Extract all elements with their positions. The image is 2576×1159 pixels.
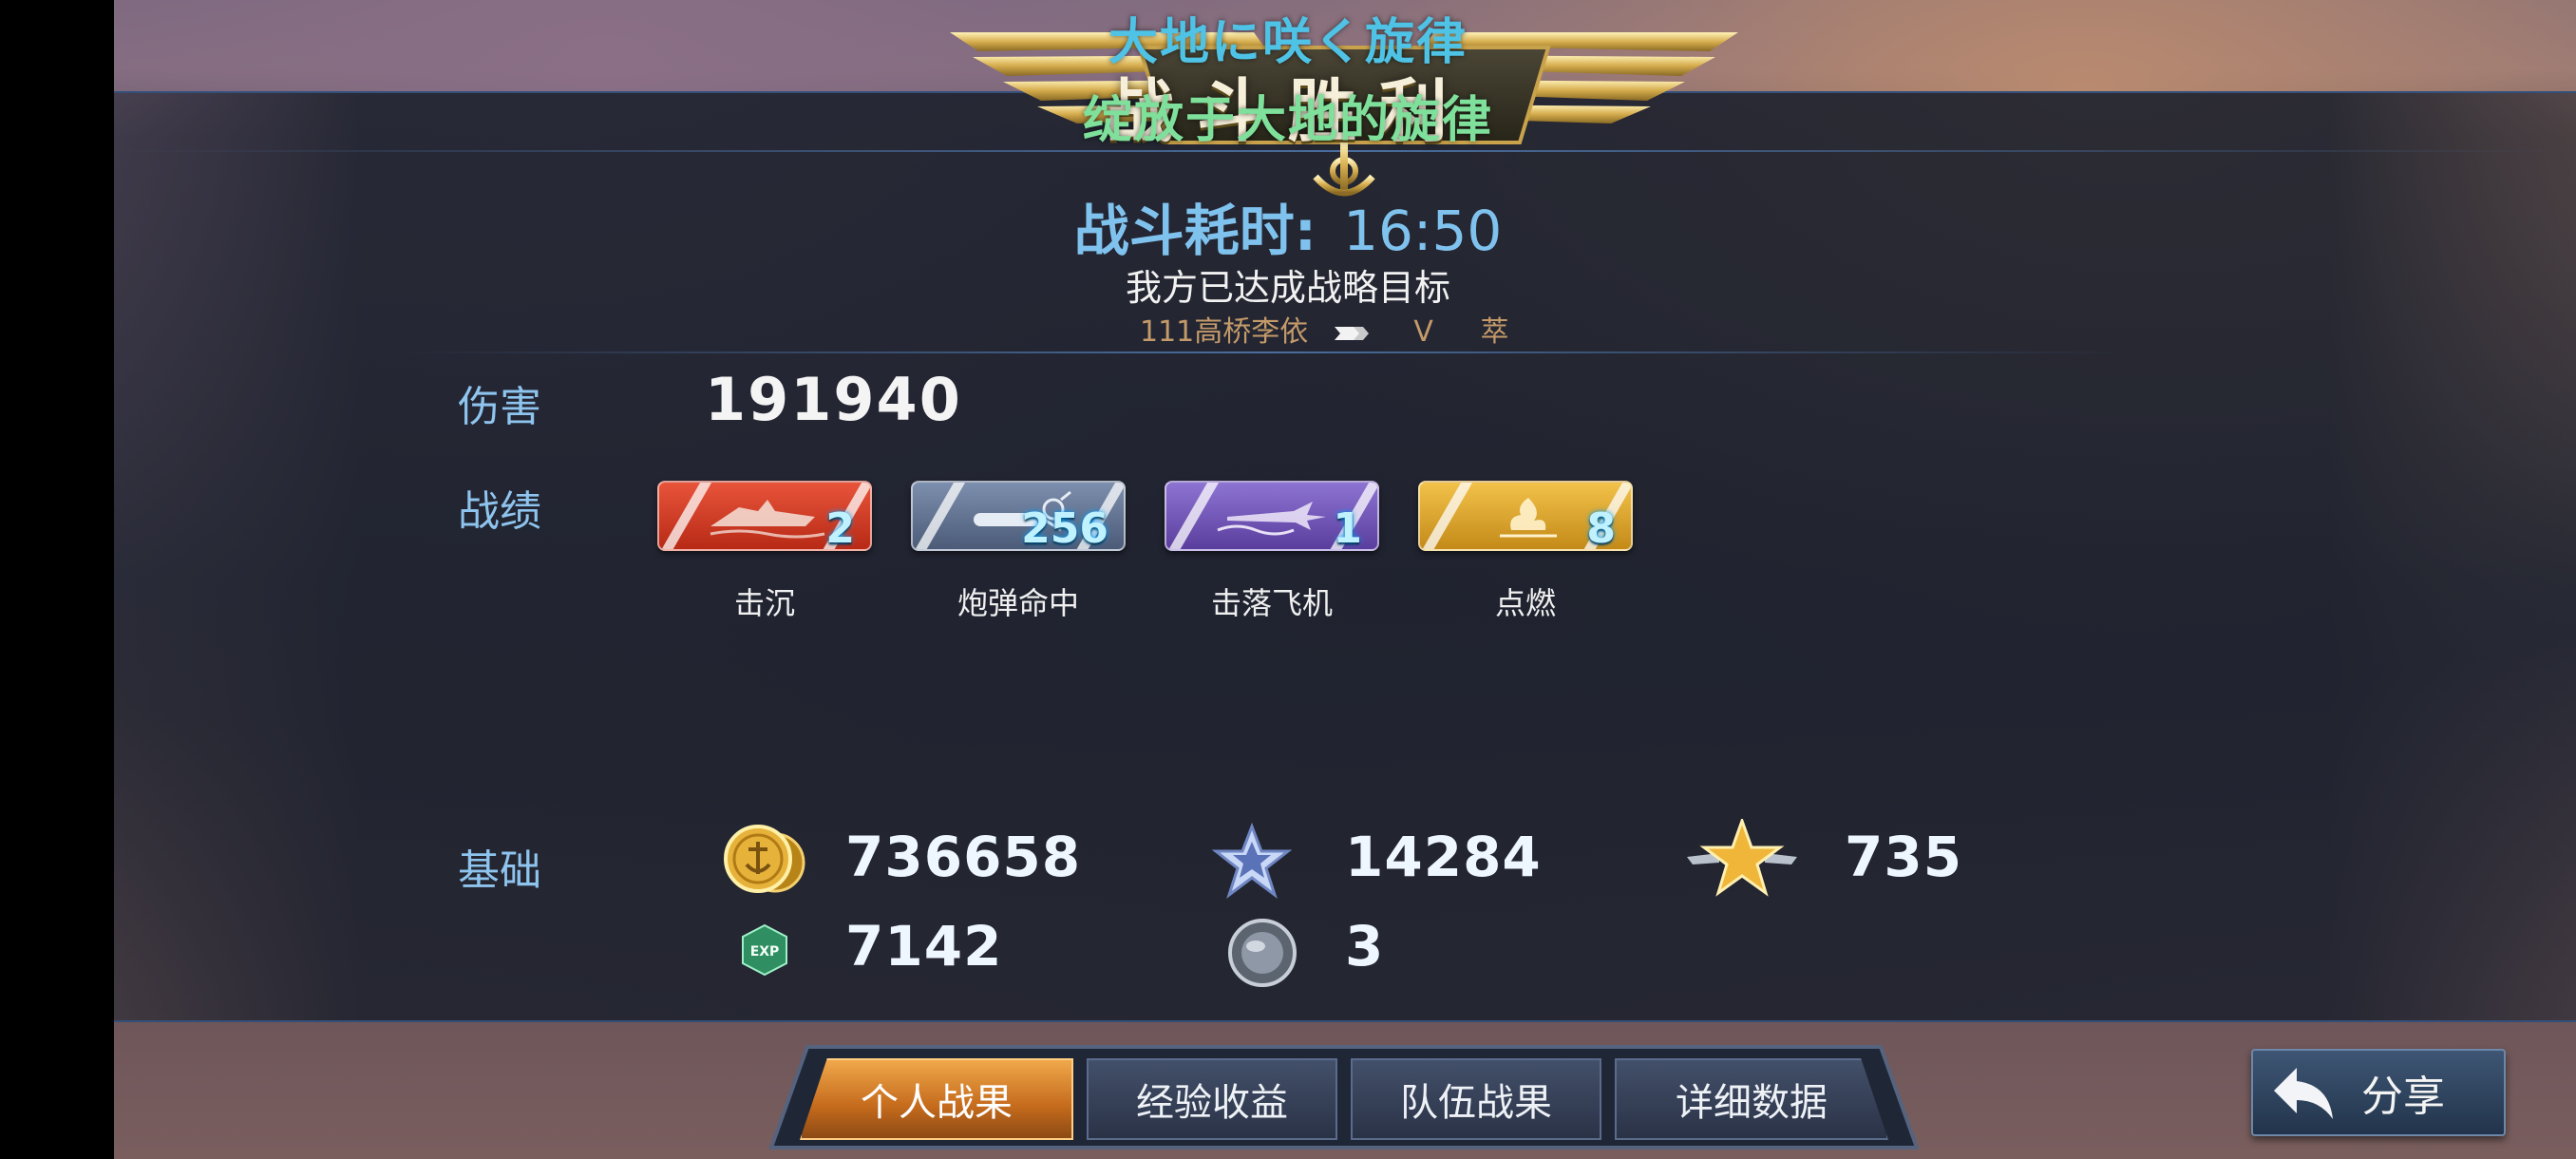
battle-status-text: 我方已达成战略目标 — [1125, 267, 1450, 309]
fire-icon — [1500, 498, 1557, 538]
battle-time-value: 16:50 — [1343, 199, 1503, 263]
badge-count: 8 — [1586, 504, 1616, 551]
tab-label: 队伍战果 — [1400, 1081, 1552, 1125]
badge-label-ignite: 点燃 — [1494, 585, 1556, 621]
badge-count: 256 — [1021, 504, 1108, 551]
gold-star-rank-icon — [1687, 819, 1797, 897]
exp-icon: EXP — [742, 923, 787, 977]
badge-sunk[interactable]: 2 — [657, 481, 872, 551]
share-arrow-icon — [2274, 1068, 2333, 1119]
globe-icon — [1228, 919, 1297, 987]
achievements-label: 战绩 — [458, 487, 541, 536]
badge-label-planes-downed: 击落飞机 — [1210, 585, 1333, 621]
team-players: 111高桥李依 V 萃 — [1140, 308, 1525, 350]
lyric-subtitle-chinese: 绽放于大地的旋律 — [1082, 92, 1493, 149]
exp-value: 7142 — [845, 914, 1003, 978]
share-label: 分享 — [2361, 1073, 2445, 1121]
battle-result-screen: 战斗胜利 大地に咲く旋律 绽放于大地的旋律 战斗耗时: 16:50 我方已达成战… — [0, 0, 2576, 1159]
tab-label: 个人战果 — [861, 1081, 1013, 1125]
tab-label: 详细数据 — [1676, 1081, 1828, 1125]
damage-label: 伤害 — [458, 383, 541, 431]
lyric-subtitle-japanese: 大地に咲く旋律 — [1108, 14, 1468, 71]
badge-label-shell-hits: 炮弹命中 — [957, 585, 1079, 621]
exp-icon-text: EXP — [750, 944, 780, 960]
blue-star-value: 14284 — [1345, 825, 1542, 889]
player-name: 萃 — [1480, 315, 1509, 349]
panel-divider-header — [399, 352, 2128, 353]
share-button[interactable]: 分享 — [2251, 1049, 2506, 1136]
gold-coin-icon — [724, 825, 805, 893]
badge-label-sunk: 击沉 — [733, 585, 795, 621]
player-name: 111高桥李依 — [1140, 315, 1309, 349]
downed-plane-icon — [1217, 502, 1326, 536]
badge-count: 2 — [825, 504, 855, 551]
sinking-ship-icon — [710, 500, 825, 539]
tab-detailed-data[interactable]: 详细数据 — [1615, 1058, 1888, 1140]
left-black-bar — [0, 0, 114, 1159]
tab-experience-gains[interactable]: 经验收益 — [1087, 1058, 1337, 1140]
gold-value: 736658 — [845, 825, 1082, 889]
battle-time: 战斗耗时: 16:50 — [0, 186, 2576, 266]
battle-time-label: 战斗耗时: — [1073, 199, 1316, 263]
badge-ignite[interactable]: 8 — [1418, 481, 1633, 551]
player-name: V — [1413, 315, 1433, 349]
base-rewards-label: 基础 — [458, 846, 541, 895]
tab-personal-results[interactable]: 个人战果 — [800, 1058, 1073, 1140]
gold-star-value: 735 — [1845, 825, 1963, 889]
blue-star-icon — [1212, 823, 1292, 899]
tab-team-results[interactable]: 队伍战果 — [1351, 1058, 1601, 1140]
clan-flag-icon — [1334, 326, 1369, 340]
globe-value: 3 — [1345, 914, 1385, 978]
badge-count: 1 — [1333, 504, 1362, 551]
badge-shell-hits[interactable]: 256 — [911, 481, 1126, 551]
tab-label: 经验收益 — [1136, 1081, 1288, 1125]
badge-planes-downed[interactable]: 1 — [1165, 481, 1379, 551]
damage-value: 191940 — [705, 365, 962, 434]
